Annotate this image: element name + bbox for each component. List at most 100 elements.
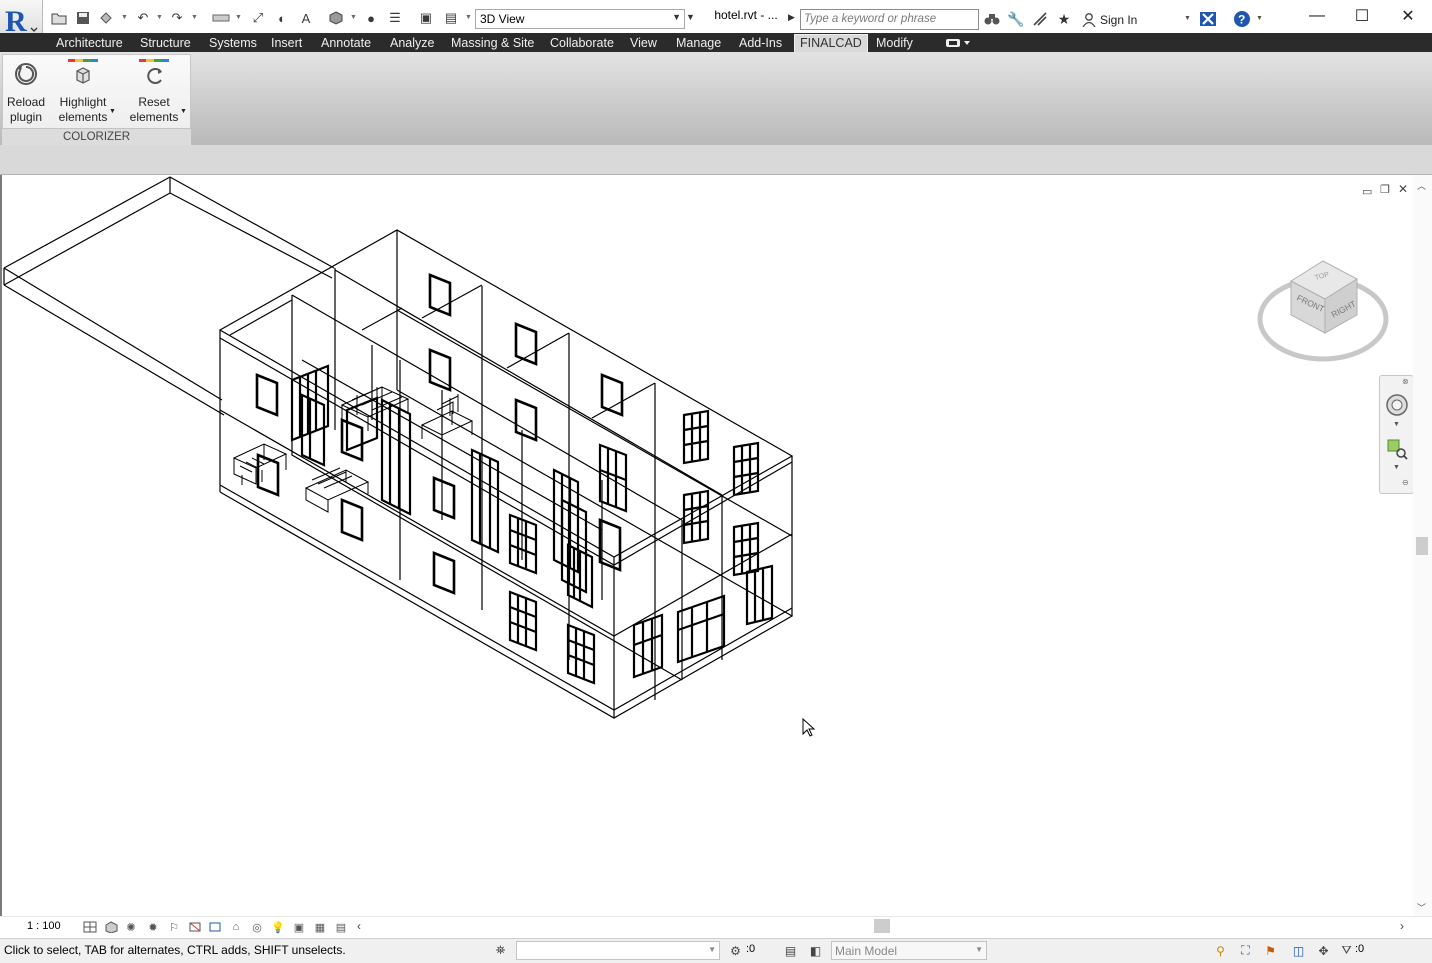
close-icon[interactable]: ⊗ <box>1402 377 1409 386</box>
tab-architecture[interactable]: Architecture <box>56 35 123 51</box>
reset-elements-button[interactable]: Reset elements ▼ <box>126 59 187 125</box>
select-pinned-icon[interactable]: ⚑ <box>1262 942 1279 959</box>
maximize-button[interactable]: ☐ <box>1347 5 1377 27</box>
view-scale[interactable]: 1 : 100 <box>27 920 61 932</box>
select-by-face-icon[interactable]: ◫ <box>1290 942 1307 959</box>
tab-systems[interactable]: Systems <box>209 35 257 51</box>
chevron-down-icon[interactable]: ▼ <box>121 14 128 21</box>
tab-structure[interactable]: Structure <box>140 35 191 51</box>
show-crop-region-icon[interactable] <box>207 920 223 934</box>
tab-add-ins[interactable]: Add-Ins <box>739 35 782 51</box>
editable-only-icon[interactable]: ◧ <box>807 942 824 959</box>
arrow-right-icon[interactable]: ▶ <box>788 12 795 23</box>
analytical-model-icon[interactable]: ▤ <box>333 920 349 934</box>
reload-plugin-button[interactable]: Reload plugin <box>4 59 48 125</box>
vertical-scrollbar[interactable]: ︿ ﹀ <box>1413 175 1432 916</box>
chevron-down-icon[interactable]: ▼ <box>156 14 163 21</box>
customize-toolbar-icon[interactable]: ▼ <box>686 12 700 26</box>
building-3d-wireframe[interactable] <box>2 175 1412 916</box>
temporary-view-properties-icon[interactable]: ▣ <box>291 920 307 934</box>
exchange-apps-icon[interactable] <box>1199 10 1217 28</box>
undo-icon[interactable]: ↶ <box>134 9 152 27</box>
chevron-down-icon[interactable]: ▼ <box>1184 15 1191 22</box>
subscription-icon[interactable]: 🔧 <box>1007 10 1025 28</box>
tab-finalcad[interactable]: FINALCAD <box>794 34 868 53</box>
thin-lines-icon[interactable]: ☰ <box>386 9 404 27</box>
aligned-dimension-icon[interactable]: ⤢ <box>249 9 267 27</box>
nav-options-icon[interactable]: ⊖ <box>1402 478 1409 487</box>
measure-icon[interactable] <box>212 9 230 27</box>
close-button[interactable]: ✕ <box>1393 5 1423 27</box>
workset-dropdown[interactable]: ▼ <box>516 941 720 960</box>
chevron-down-icon[interactable]: ▼ <box>350 14 357 21</box>
3d-view-icon[interactable] <box>327 9 345 27</box>
tab-massing-site[interactable]: Massing & Site <box>451 35 534 51</box>
detail-level-icon[interactable] <box>82 920 98 934</box>
ribbon-display-options-icon[interactable] <box>946 37 972 49</box>
design-option-dropdown[interactable]: Main Model ▼ <box>831 941 987 960</box>
reveal-hidden-icon[interactable]: 💡 <box>270 920 286 934</box>
temporary-hide-icon[interactable]: ◎ <box>249 920 265 934</box>
worksharing-display-icon[interactable]: ▦ <box>312 920 328 934</box>
design-options-icon[interactable]: ▤ <box>782 942 799 959</box>
sign-in-button[interactable]: Sign In <box>1082 10 1137 30</box>
sun-path-icon[interactable]: ✺ <box>123 920 139 934</box>
scroll-right-icon[interactable]: › <box>1400 919 1404 933</box>
select-underlay-icon[interactable]: ⛶ <box>1237 942 1254 959</box>
chevron-down-icon[interactable]: ▼ <box>235 14 242 21</box>
chevron-down-icon[interactable]: ▼ <box>1256 15 1263 22</box>
help-icon[interactable]: ? <box>1233 10 1251 28</box>
switch-windows-icon[interactable]: ▤ <box>442 9 460 27</box>
tab-manage[interactable]: Manage <box>676 35 721 51</box>
tab-collaborate[interactable]: Collaborate <box>550 35 614 51</box>
highlight-elements-button[interactable]: Highlight elements ▼ <box>55 59 116 125</box>
scroll-left-icon[interactable]: ‹ <box>357 919 361 933</box>
text-icon[interactable]: A <box>297 9 315 27</box>
crop-view-icon[interactable] <box>187 920 203 934</box>
drag-elements-icon[interactable]: ✥ <box>1315 942 1332 959</box>
view-restore-icon[interactable]: ❐ <box>1380 183 1390 196</box>
view-minimize-icon[interactable]: ▭ <box>1362 185 1372 198</box>
filter-icon[interactable]: ⛛ <box>1338 942 1355 959</box>
minimize-button[interactable]: — <box>1302 5 1332 27</box>
tag-icon[interactable]: ◐ <box>273 9 291 27</box>
view-selector-dropdown[interactable]: 3D View ▼ <box>475 9 685 29</box>
drawing-viewport[interactable]: ▭ ❐ ✕ TOP FRONT RIGHT ⊗ ▼ ▼ ⊖ <box>0 175 1432 916</box>
tab-analyze[interactable]: Analyze <box>390 35 434 51</box>
viewcube[interactable]: TOP FRONT RIGHT <box>1257 255 1392 365</box>
search-input[interactable]: Type a keyword or phrase <box>800 9 979 30</box>
chevron-down-icon[interactable]: ▼ <box>465 14 472 21</box>
rendering-icon[interactable]: ⚐ <box>166 920 182 934</box>
shadows-icon[interactable]: ✹ <box>145 920 161 934</box>
worksets-icon[interactable]: ⛯ <box>492 942 509 959</box>
redo-icon[interactable]: ↷ <box>168 9 186 27</box>
communication-icon[interactable] <box>1031 10 1049 28</box>
view-close-icon[interactable]: ✕ <box>1398 182 1408 196</box>
horizontal-scroll-thumb[interactable] <box>874 919 890 933</box>
chevron-down-icon[interactable]: ▼ <box>191 14 198 21</box>
visual-style-icon[interactable] <box>103 920 119 934</box>
sync-icon[interactable] <box>97 9 115 27</box>
open-icon[interactable] <box>50 9 68 27</box>
scroll-up-icon[interactable]: ︿ <box>1417 179 1426 192</box>
select-links-icon[interactable]: ⚲ <box>1212 942 1229 959</box>
panel-title[interactable]: COLORIZER <box>2 128 191 146</box>
tab-modify[interactable]: Modify <box>876 35 913 51</box>
steering-wheel-icon[interactable] <box>1385 393 1409 420</box>
tab-view[interactable]: View <box>630 35 657 51</box>
editing-requests-icon[interactable]: ⚙ <box>727 942 744 959</box>
tab-insert[interactable]: Insert <box>271 35 302 51</box>
vertical-scroll-thumb[interactable] <box>1416 537 1428 555</box>
save-icon[interactable] <box>74 9 92 27</box>
close-hidden-icon[interactable]: ▣ <box>417 9 435 27</box>
button-label-line1: Reset <box>138 95 170 109</box>
tab-annotate[interactable]: Annotate <box>321 35 371 51</box>
binoculars-icon[interactable] <box>983 10 1001 28</box>
chevron-down-icon[interactable]: ▼ <box>1393 421 1400 428</box>
lock-3d-view-icon[interactable]: ⌂ <box>228 920 244 934</box>
zoom-region-icon[interactable] <box>1386 438 1408 463</box>
scroll-down-icon[interactable]: ﹀ <box>1417 901 1426 914</box>
section-icon[interactable]: ● <box>362 9 380 27</box>
favorites-star-icon[interactable]: ★ <box>1055 10 1073 28</box>
chevron-down-icon[interactable]: ▼ <box>1393 464 1400 471</box>
